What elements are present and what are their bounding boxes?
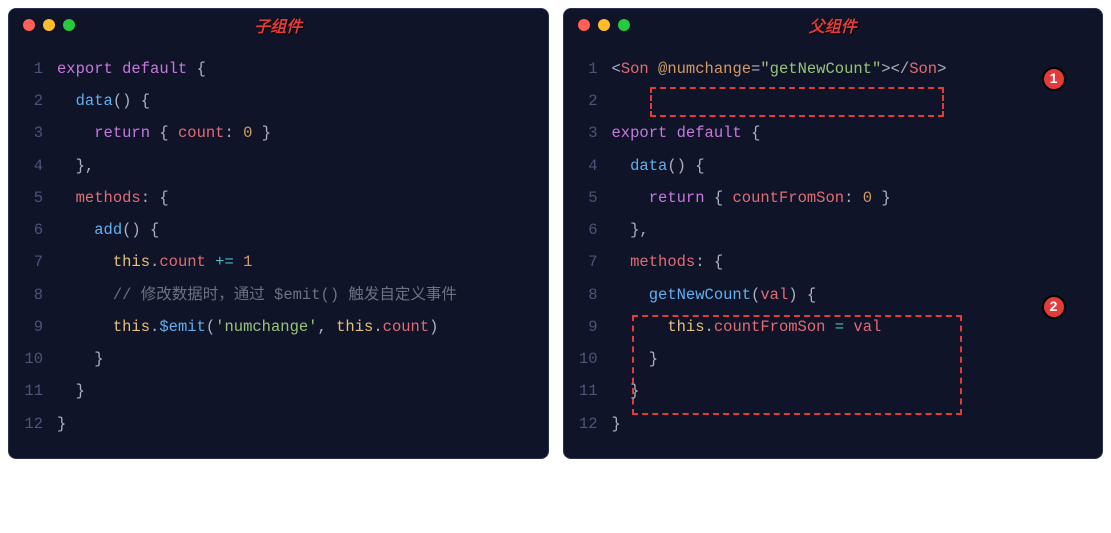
code-line: 6 },: [572, 214, 1095, 246]
maximize-dot-icon: [618, 19, 630, 31]
code-line: 11 }: [572, 375, 1095, 407]
line-number: 12: [572, 408, 598, 440]
line-content: }: [612, 408, 621, 440]
code-panel-child: 子组件 1export default {2 data() {3 return …: [8, 8, 549, 459]
line-content: getNewCount(val) {: [612, 279, 817, 311]
line-number: 5: [17, 182, 43, 214]
line-content: return { count: 0 }: [57, 117, 271, 149]
code-line: 10 }: [17, 343, 540, 375]
annotation-badge-2: 2: [1042, 295, 1066, 319]
line-number: 10: [572, 343, 598, 375]
code-line: 7 this.count += 1: [17, 246, 540, 278]
code-block-right: 1<Son @numchange="getNewCount"></Son>23e…: [564, 37, 1103, 458]
code-line: 2: [572, 85, 1095, 117]
line-number: 2: [17, 85, 43, 117]
code-line: 10 }: [572, 343, 1095, 375]
line-number: 4: [17, 150, 43, 182]
line-content: <Son @numchange="getNewCount"></Son>: [612, 53, 947, 85]
panel-title-right: 父组件: [809, 13, 857, 37]
close-dot-icon: [23, 19, 35, 31]
line-content: }: [57, 343, 104, 375]
line-content: this.countFromSon = val: [612, 311, 882, 343]
annotation-badge-1: 1: [1042, 67, 1066, 91]
line-number: 11: [572, 375, 598, 407]
code-line: 1 <Son @numchange="getNewCount"></Son>: [572, 53, 1095, 85]
code-line: 12}: [17, 408, 540, 440]
line-number: 8: [572, 279, 598, 311]
code-line: 9 this.countFromSon = val: [572, 311, 1095, 343]
code-line: 8 getNewCount(val) {: [572, 279, 1095, 311]
code-line: 11 }: [17, 375, 540, 407]
code-panel-parent: 父组件 1 <Son @numchange="getNewCount"></Son…: [563, 8, 1104, 459]
line-number: 9: [572, 311, 598, 343]
line-number: 1: [17, 53, 43, 85]
code-line: 1 export default {: [17, 53, 540, 85]
line-number: 11: [17, 375, 43, 407]
line-number: 3: [572, 117, 598, 149]
line-number: 12: [17, 408, 43, 440]
line-content: // 修改数据时，通过 $emit() 触发自定义事件: [57, 279, 457, 311]
line-content: }: [57, 408, 66, 440]
code-line: 4 },: [17, 150, 540, 182]
line-number: 1: [572, 53, 598, 85]
code-line: 2 data() {: [17, 85, 540, 117]
titlebar-left: 子组件: [9, 9, 548, 37]
panel-title-left: 子组件: [254, 13, 302, 37]
code-line: 3 export default {: [572, 117, 1095, 149]
code-line: 5 methods: {: [17, 182, 540, 214]
titlebar-right: 父组件: [564, 9, 1103, 37]
line-content: },: [57, 150, 94, 182]
line-content: export default {: [57, 53, 206, 85]
line-content: methods: {: [612, 246, 724, 278]
line-number: 8: [17, 279, 43, 311]
line-content: this.count += 1: [57, 246, 252, 278]
code-line: 5 return { countFromSon: 0 }: [572, 182, 1095, 214]
line-number: 6: [572, 214, 598, 246]
line-number: 7: [572, 246, 598, 278]
line-content: }: [612, 375, 640, 407]
code-line: 6 add() {: [17, 214, 540, 246]
code-line: 12}: [572, 408, 1095, 440]
line-number: 6: [17, 214, 43, 246]
code-line: 4 data() {: [572, 150, 1095, 182]
code-line: 9 this.$emit('numchange', this.count): [17, 311, 540, 343]
minimize-dot-icon: [43, 19, 55, 31]
line-number: 3: [17, 117, 43, 149]
line-number: 4: [572, 150, 598, 182]
line-content: data() {: [57, 85, 150, 117]
line-content: add() {: [57, 214, 159, 246]
line-number: 7: [17, 246, 43, 278]
traffic-lights: [578, 19, 630, 31]
line-number: 10: [17, 343, 43, 375]
code-line: 7 methods: {: [572, 246, 1095, 278]
line-content: export default {: [612, 117, 761, 149]
maximize-dot-icon: [63, 19, 75, 31]
line-number: 2: [572, 85, 598, 117]
line-content: },: [612, 214, 649, 246]
line-content: }: [57, 375, 85, 407]
code-line: 8 // 修改数据时，通过 $emit() 触发自定义事件: [17, 279, 540, 311]
line-number: 5: [572, 182, 598, 214]
line-content: }: [612, 343, 659, 375]
close-dot-icon: [578, 19, 590, 31]
code-block-left: 1export default {2 data() {3 return { co…: [9, 37, 548, 458]
line-content: data() {: [612, 150, 705, 182]
line-content: return { countFromSon: 0 }: [612, 182, 891, 214]
traffic-lights: [23, 19, 75, 31]
line-number: 9: [17, 311, 43, 343]
line-content: methods: {: [57, 182, 169, 214]
minimize-dot-icon: [598, 19, 610, 31]
code-line: 3 return { count: 0 }: [17, 117, 540, 149]
line-content: this.$emit('numchange', this.count): [57, 311, 438, 343]
